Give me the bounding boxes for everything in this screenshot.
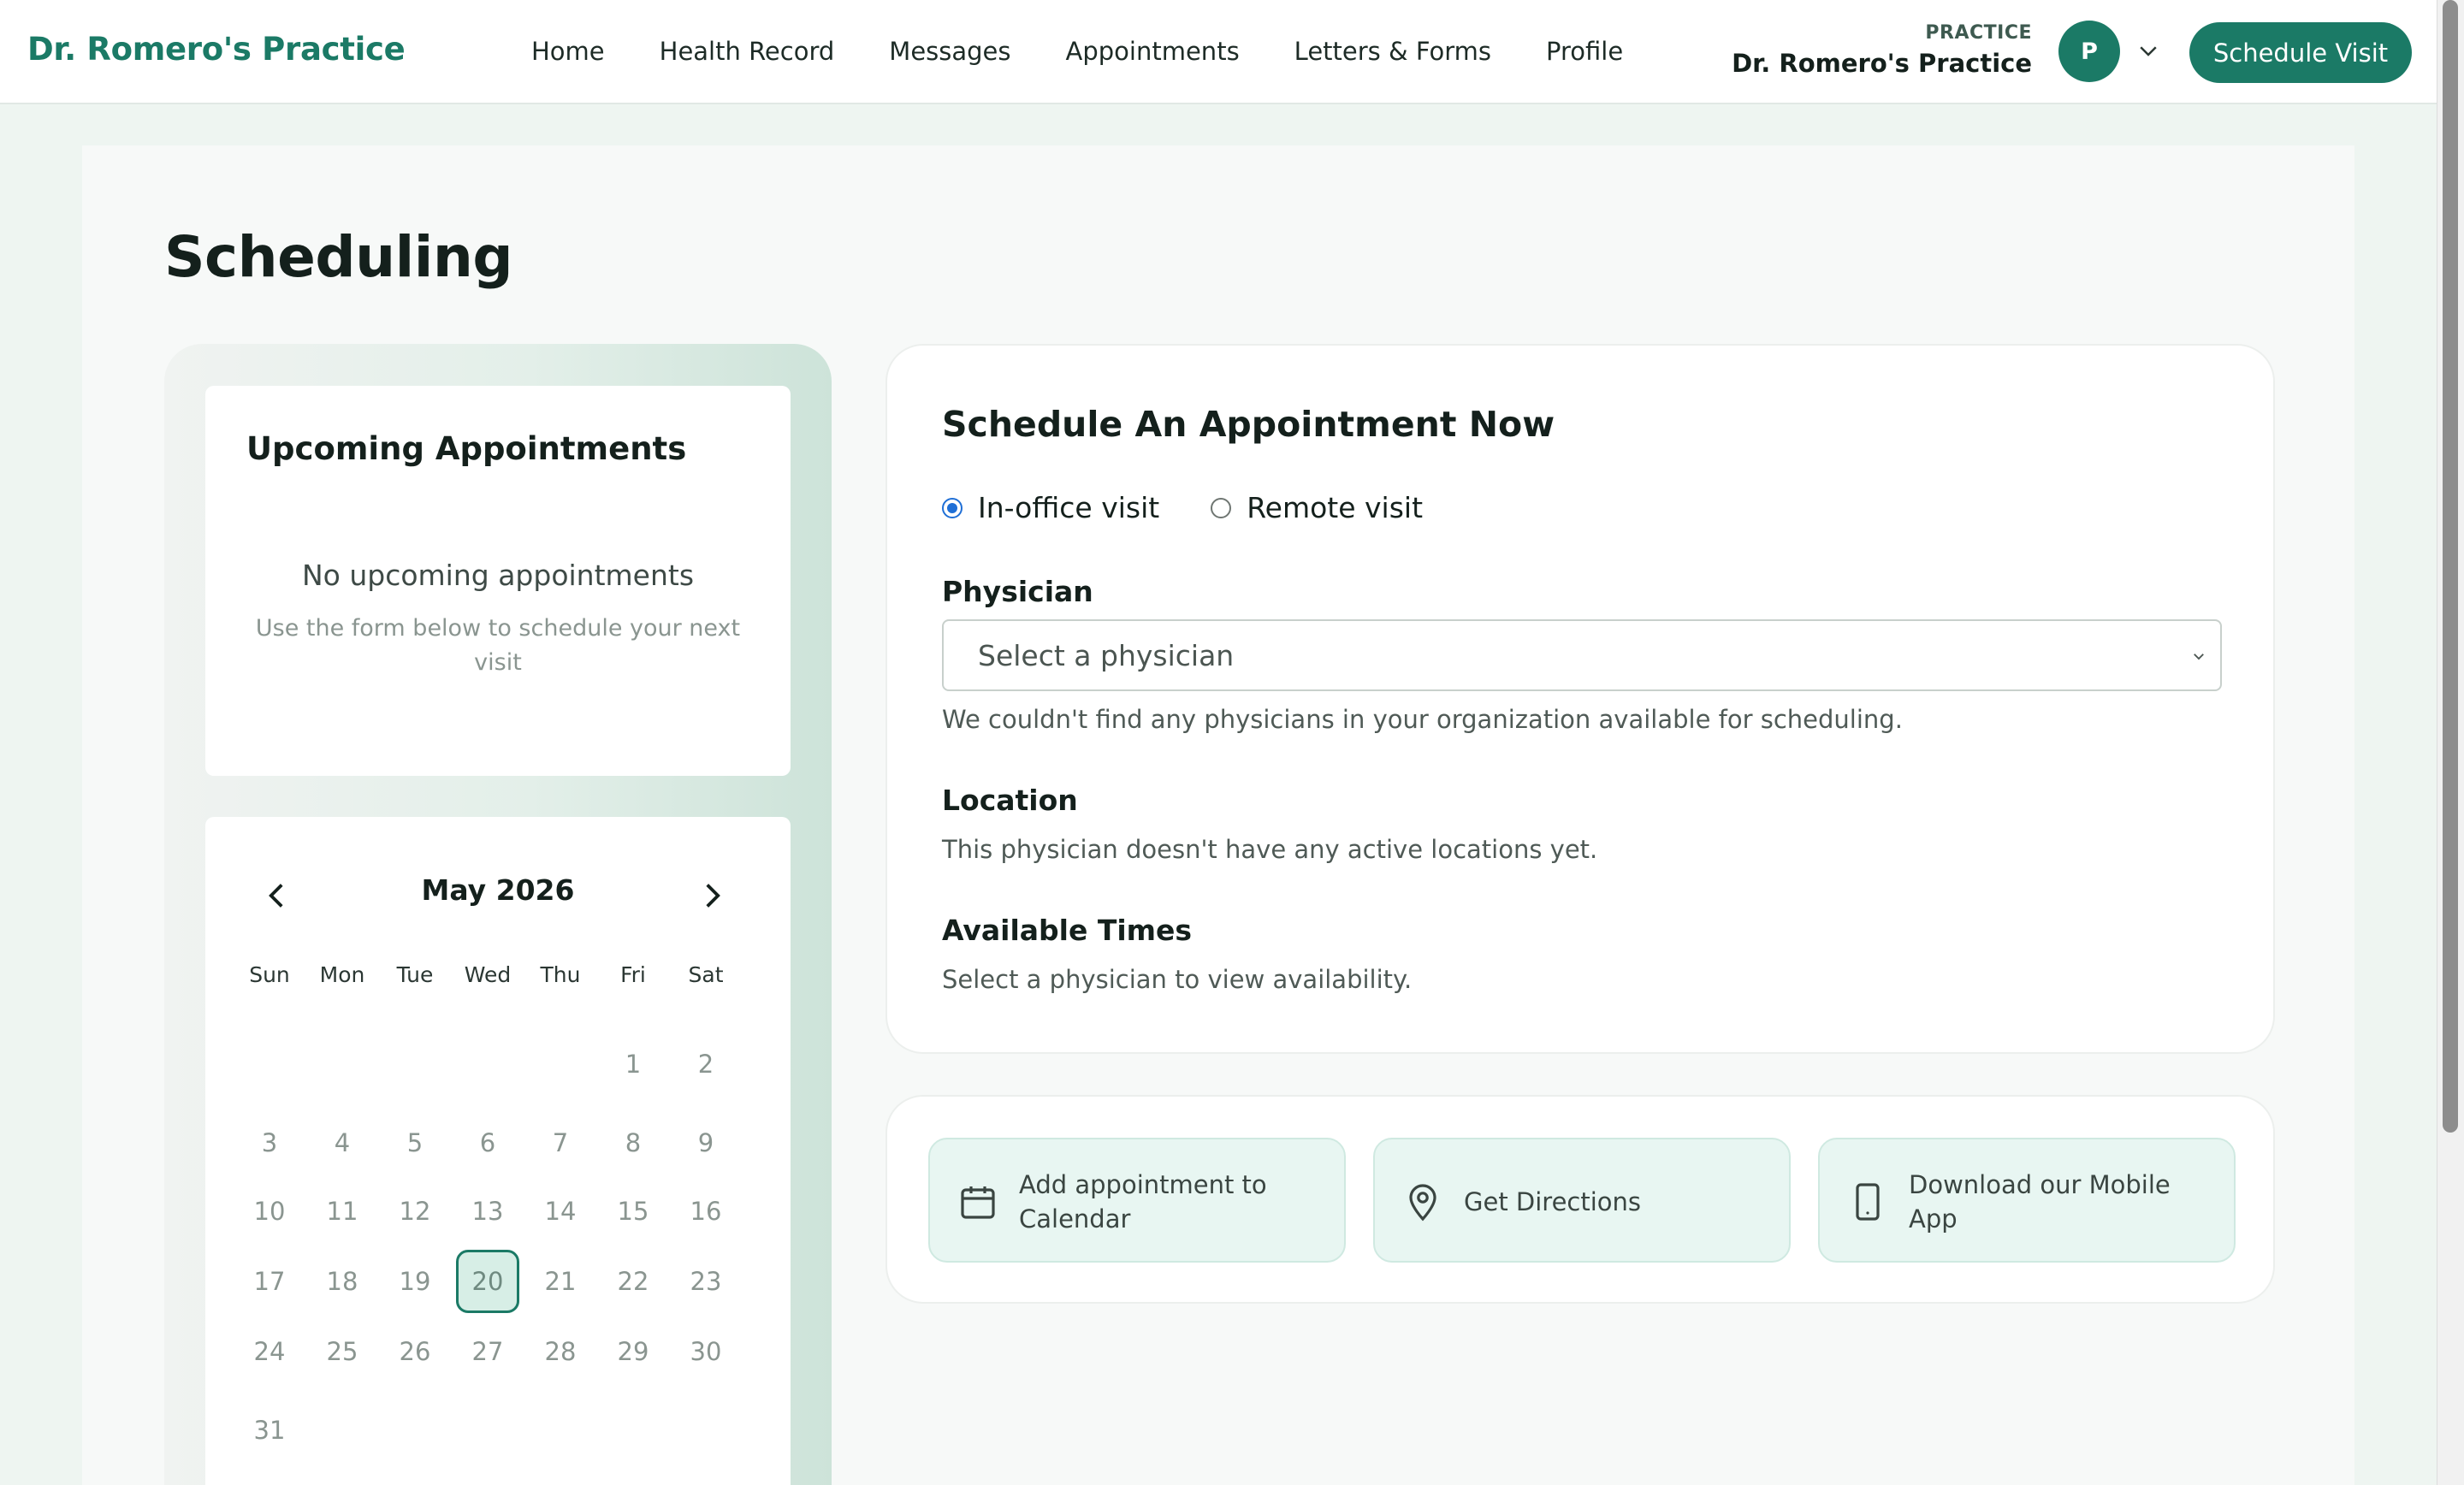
- schedule-visit-button[interactable]: Schedule Visit: [2189, 22, 2412, 83]
- calendar-day[interactable]: 16: [674, 1180, 737, 1243]
- calendar-day[interactable]: 6: [456, 1111, 519, 1174]
- page-title: Scheduling: [164, 224, 513, 290]
- physician-select[interactable]: Select a physician: [942, 619, 2222, 691]
- calendar-day[interactable]: 2: [674, 1032, 737, 1096]
- location-label: Location: [942, 784, 1078, 817]
- schedule-hint-text: Use the form below to schedule your next…: [255, 615, 741, 676]
- chevron-right-icon[interactable]: [700, 879, 726, 913]
- calendar-day[interactable]: 27: [456, 1320, 519, 1383]
- weekday-header-sat: Sat: [688, 962, 724, 987]
- calendar-day[interactable]: 12: [383, 1180, 447, 1243]
- quick-actions-card: Add appointment to Calendar Get Directio…: [886, 1095, 2275, 1304]
- calendar-day[interactable]: 17: [238, 1250, 301, 1313]
- get-directions-button[interactable]: Get Directions: [1373, 1138, 1791, 1263]
- calendar-day[interactable]: 8: [601, 1111, 665, 1174]
- visit-type-group: In-office visit Remote visit: [942, 491, 1474, 524]
- get-directions-label: Get Directions: [1464, 1187, 1642, 1216]
- weekday-header-thu: Thu: [540, 962, 581, 987]
- chevron-down-icon[interactable]: [2135, 38, 2161, 63]
- weekday-header-mon: Mon: [319, 962, 365, 987]
- in-office-radio[interactable]: [942, 497, 962, 518]
- calendar-day[interactable]: 10: [238, 1180, 301, 1243]
- practice-label: PRACTICE: [1925, 22, 2032, 44]
- add-to-calendar-label: Add appointment to Calendar: [1019, 1170, 1267, 1234]
- calendar-icon: [961, 1186, 995, 1219]
- physician-select-value: Select a physician: [978, 638, 1235, 672]
- upcoming-appointments-title: Upcoming Appointments: [246, 430, 687, 467]
- calendar-day[interactable]: 28: [529, 1320, 592, 1383]
- calendar-day[interactable]: 3: [238, 1111, 301, 1174]
- calendar-card: May 2026 Sun Mon Tue Wed Thu Fri Sat 1 2 3 4 5 6 7 8 9 1…: [205, 817, 791, 1485]
- weekday-header-wed: Wed: [464, 962, 512, 987]
- nav-profile[interactable]: Profile: [1546, 37, 1623, 66]
- available-times-help-text: Select a physician to view availability.: [942, 965, 1413, 994]
- chevron-down-icon: [2194, 654, 2204, 660]
- calendar-day[interactable]: 24: [238, 1320, 301, 1383]
- calendar-day[interactable]: 21: [529, 1250, 592, 1313]
- no-appointments-text: No upcoming appointments: [301, 559, 695, 592]
- download-app-label: Download our Mobile App: [1909, 1170, 2171, 1234]
- main-nav: Home Health Record Messages Appointments…: [531, 0, 1678, 103]
- weekday-header-tue: Tue: [396, 962, 434, 987]
- calendar-day[interactable]: 22: [601, 1250, 665, 1313]
- calendar-day-selected[interactable]: 20: [456, 1250, 519, 1313]
- practice-name: Dr. Romero's Practice: [1732, 49, 2032, 78]
- nav-home[interactable]: Home: [531, 37, 605, 66]
- calendar-day[interactable]: 19: [383, 1250, 447, 1313]
- upcoming-appointments-card: Upcoming Appointments No upcoming appoin…: [205, 386, 791, 776]
- calendar-day[interactable]: 11: [311, 1180, 374, 1243]
- remote-radio[interactable]: [1211, 497, 1232, 518]
- physician-help-text: We couldn't find any physicians in your …: [942, 705, 1903, 734]
- nav-appointments[interactable]: Appointments: [1066, 37, 1240, 66]
- brand-logo[interactable]: Dr. Romero's Practice: [27, 31, 406, 68]
- calendar-day[interactable]: 5: [383, 1111, 447, 1174]
- user-avatar[interactable]: P: [2058, 21, 2120, 82]
- calendar-day[interactable]: 9: [674, 1111, 737, 1174]
- practice-switcher: PRACTICE Dr. Romero's Practice: [1732, 22, 2032, 78]
- available-times-label: Available Times: [942, 914, 1193, 947]
- calendar-day[interactable]: 18: [311, 1250, 374, 1313]
- calendar-day[interactable]: 14: [529, 1180, 592, 1243]
- calendar-day[interactable]: 30: [674, 1320, 737, 1383]
- physician-label: Physician: [942, 575, 1093, 608]
- nav-letters-forms[interactable]: Letters & Forms: [1294, 37, 1491, 66]
- calendar-day[interactable]: 25: [311, 1320, 374, 1383]
- remote-label[interactable]: Remote visit: [1247, 491, 1423, 524]
- weekday-header-fri: Fri: [620, 962, 646, 987]
- schedule-appointment-card: Schedule An Appointment Now In-office vi…: [886, 344, 2275, 1054]
- mobile-phone-icon: [1856, 1183, 1880, 1221]
- calendar-day[interactable]: 26: [383, 1320, 447, 1383]
- weekday-header-sun: Sun: [249, 962, 290, 987]
- top-navigation-bar: Dr. Romero's Practice Home Health Record…: [0, 0, 2437, 104]
- calendar-day[interactable]: 4: [311, 1111, 374, 1174]
- calendar-day[interactable]: 13: [456, 1180, 519, 1243]
- map-pin-icon: [1409, 1184, 1436, 1222]
- calendar-day[interactable]: 1: [601, 1032, 665, 1096]
- in-office-label[interactable]: In-office visit: [978, 491, 1159, 524]
- scrollbar-thumb[interactable]: [2443, 0, 2458, 1133]
- calendar-day[interactable]: 31: [238, 1399, 301, 1462]
- schedule-form-title: Schedule An Appointment Now: [942, 404, 1555, 445]
- calendar-day[interactable]: 23: [674, 1250, 737, 1313]
- nav-health-record[interactable]: Health Record: [660, 37, 835, 66]
- calendar-day[interactable]: 15: [601, 1180, 665, 1243]
- location-help-text: This physician doesn't have any active l…: [942, 835, 1598, 864]
- add-to-calendar-button[interactable]: Add appointment to Calendar: [928, 1138, 1346, 1263]
- nav-messages[interactable]: Messages: [889, 37, 1010, 66]
- download-app-button[interactable]: Download our Mobile App: [1818, 1138, 2236, 1263]
- calendar-day[interactable]: 29: [601, 1320, 665, 1383]
- calendar-day[interactable]: 7: [529, 1111, 592, 1174]
